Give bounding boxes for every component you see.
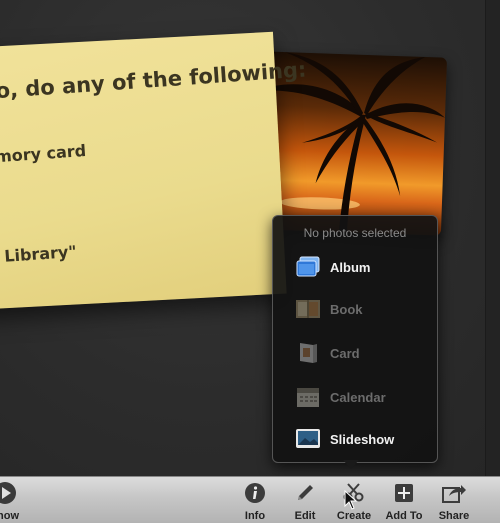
menu-item-slideshow[interactable]: Slideshow [295,424,429,454]
note-line-2: mory card [0,140,87,167]
slideshow-icon [295,426,321,452]
note-line-1: o, do any of the following: [0,57,308,104]
pencil-icon [280,481,330,505]
menu-item-card[interactable]: Card [295,338,429,368]
edit-button[interactable]: Edit [280,481,330,522]
share-button[interactable]: Share [429,481,479,522]
menu-item-label: Book [330,301,363,317]
play-icon [0,481,36,505]
menu-item-label: Card [330,345,360,361]
slideshow-button[interactable]: show [0,481,36,522]
card-icon [295,340,321,366]
share-icon [429,481,479,505]
popover-header: No photos selected [303,226,407,240]
menu-item-album[interactable]: Album [295,252,429,282]
note-line-3: Library" [3,241,78,266]
vertical-scrollbar[interactable] [485,0,500,476]
menu-item-label: Album [330,259,371,275]
add-to-button[interactable]: Add To [379,481,429,522]
info-icon [230,481,280,505]
menu-item-label: Slideshow [330,431,395,447]
plus-icon [379,481,429,505]
sticky-note: o, do any of the following: mory card Li… [0,31,307,311]
info-label: Info [244,510,266,522]
menu-item-calendar[interactable]: Calendar [295,382,429,412]
bottom-toolbar: show Info Edit [0,476,500,523]
popover-arrow [343,460,359,469]
calendar-icon [295,384,321,410]
info-button[interactable]: Info [230,481,280,522]
share-label: Share [438,510,470,522]
edit-label: Edit [294,510,316,522]
mouse-cursor-icon [344,489,358,515]
create-popover: No photos selected Album Book Card Calen… [272,215,438,463]
add-to-label: Add To [385,510,423,522]
slideshow-label: show [0,510,20,522]
menu-item-book[interactable]: Book [295,294,429,324]
menu-item-label: Calendar [330,389,386,405]
album-icon [295,254,321,280]
book-icon [295,296,321,322]
